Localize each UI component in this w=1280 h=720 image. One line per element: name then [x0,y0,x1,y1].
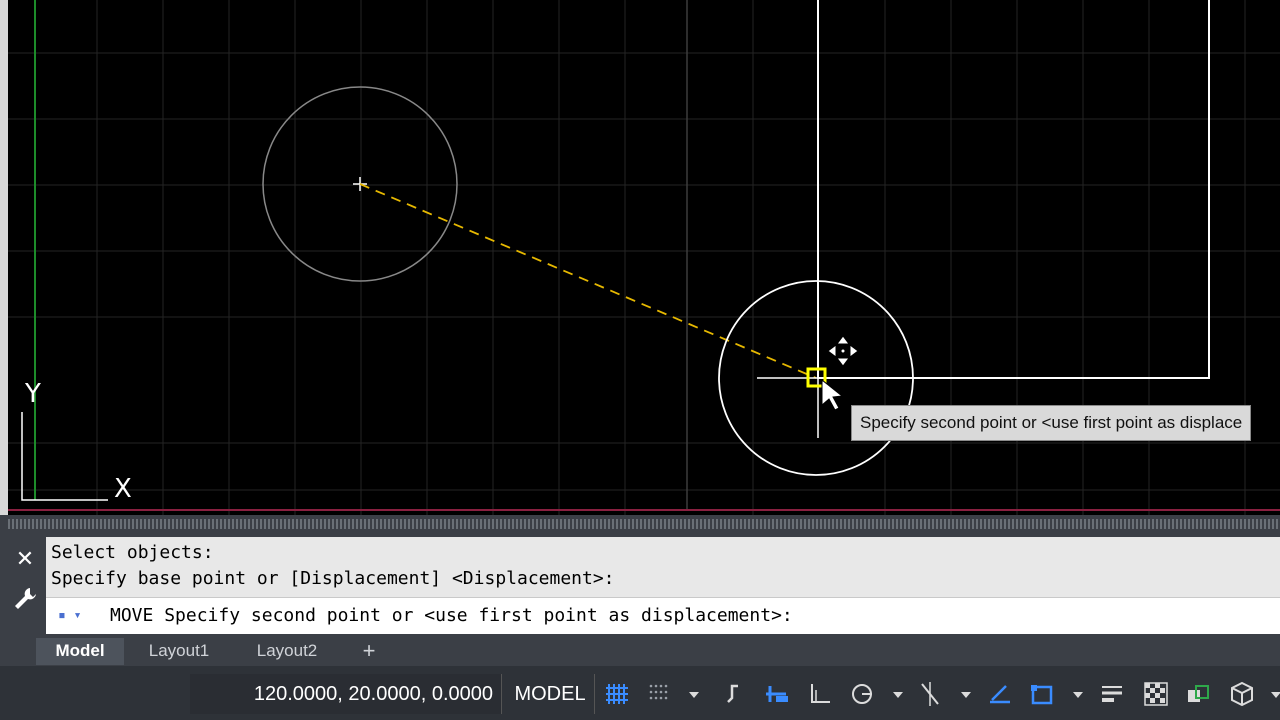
command-prompt-icon[interactable]: ▪ ▾ [58,598,81,634]
command-prompt-text: Specify second point or <use first point… [164,605,793,626]
drawing-viewport[interactable]: Y X Specify second point or <use first p… [0,0,1280,515]
transparency-icon[interactable] [1142,680,1170,708]
add-layout-button[interactable]: + [354,638,384,665]
move-icon [827,335,859,367]
lineweight-icon[interactable] [1098,680,1126,708]
close-icon[interactable]: ✕ [10,545,40,575]
selection-cycling-icon[interactable] [1184,680,1212,708]
dropdown-icon[interactable] [680,680,702,708]
command-input[interactable]: ▪ ▾ MOVE Specify second point or <use fi… [46,597,1280,634]
model-space-button[interactable]: MODEL [506,674,595,714]
tab-layout1[interactable]: Layout1 [134,638,224,665]
ortho-icon[interactable] [806,680,834,708]
tab-layout2[interactable]: Layout2 [242,638,332,665]
svg-text:Y: Y [24,379,41,409]
viewport-left-edge [0,0,8,515]
isodraft-icon[interactable] [986,680,1014,708]
dropdown-icon[interactable] [884,680,906,708]
infer-constraints-icon[interactable] [720,680,748,708]
svg-text:X: X [114,474,132,504]
dropdown-icon[interactable] [1064,680,1086,708]
dropdown-icon[interactable] [1262,680,1280,708]
3d-osnap-icon[interactable] [1228,680,1256,708]
mouse-pointer-icon [821,378,844,411]
polar-tracking-icon[interactable] [848,680,876,708]
object-snap-tracking-icon[interactable] [916,680,944,708]
dynamic-input-icon[interactable] [762,680,790,708]
snap-grid-icon[interactable] [646,680,674,708]
grid-icon[interactable] [604,680,632,708]
command-line-window[interactable]: ✕ Select objects: Specify base point or … [0,515,1280,638]
command-prompt: MOVE Specify second point or <use first … [110,598,793,634]
wrench-icon[interactable] [10,583,40,613]
coordinates-display[interactable]: 120.0000, 20.0000, 0.0000 [190,674,502,714]
ucs-icon: Y X [21,379,132,504]
layout-tabs: Model Layout1 Layout2 + [0,638,1280,666]
dropdown-icon[interactable] [952,680,974,708]
status-bar: 120.0000, 20.0000, 0.0000 MODEL [0,666,1280,720]
annotation-monitor-icon[interactable] [1028,680,1056,708]
history-line: Specify base point or [Displacement] <Di… [51,568,615,589]
command-line-grip[interactable] [8,519,1280,529]
tab-model[interactable]: Model [36,638,124,665]
history-line: Select objects: [51,542,214,563]
rubber-band-line [359,183,817,379]
dynamic-input-tooltip: Specify second point or <use first point… [851,405,1252,441]
rectangle-outline[interactable] [817,0,1210,379]
command-name: MOVE [110,605,154,626]
